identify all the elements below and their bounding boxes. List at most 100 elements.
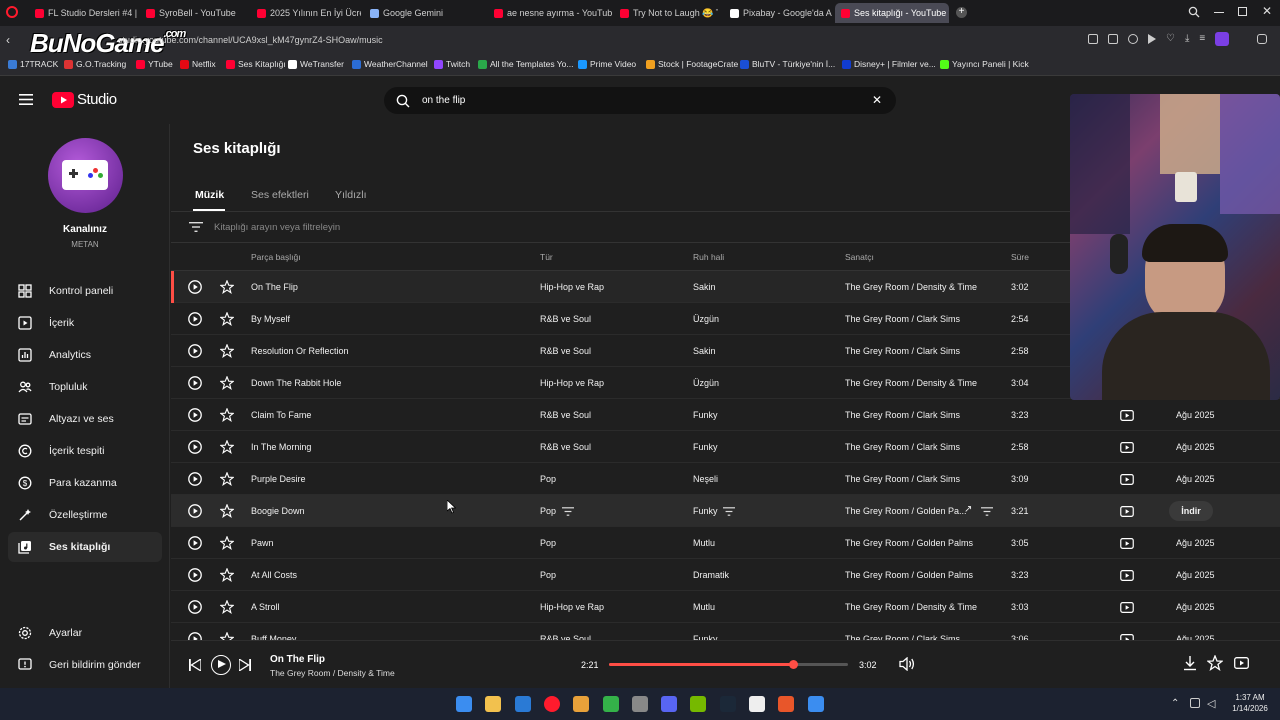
start-icon[interactable] (456, 696, 472, 712)
track-row[interactable]: Claim To Fame R&B ve Soul Funky The Grey Ro… (171, 399, 1280, 431)
nav-item[interactable]: $ Para kazanma (8, 468, 162, 498)
search-bar[interactable]: on the flip ✕ (384, 87, 896, 114)
previous-track-icon[interactable] (189, 659, 201, 671)
browser-tab[interactable]: Try Not to Laugh 😂 Top (614, 3, 718, 23)
maximize-window-button[interactable] (1238, 7, 1247, 16)
tab-sound-effects[interactable]: Ses efektleri (251, 189, 309, 201)
volume-icon[interactable] (899, 657, 915, 671)
bookmark-item[interactable]: Twitch (434, 59, 470, 69)
settings-icon[interactable] (1257, 34, 1267, 44)
nav-item[interactable]: Topluluk (8, 372, 162, 402)
track-mood[interactable]: Mutlu (693, 602, 715, 612)
browser-tab[interactable]: Pixabay - Google'da Ara (724, 3, 832, 23)
nav-item[interactable]: Analytics (8, 340, 162, 370)
genre-filter-icon[interactable] (562, 507, 574, 516)
mood-filter-icon[interactable] (723, 507, 735, 516)
track-artist[interactable]: The Grey Room / Density & Time (845, 282, 977, 292)
track-star-button[interactable] (220, 472, 234, 486)
fl-studio-icon[interactable] (573, 696, 590, 712)
track-mood[interactable]: Funky (693, 442, 718, 452)
track-play-button[interactable] (188, 280, 202, 294)
track-mood[interactable]: Dramatik (693, 570, 729, 580)
filter-icon[interactable] (189, 222, 203, 232)
player-progress-handle[interactable] (789, 660, 799, 669)
track-row[interactable]: Boogie Down Pop Funky The Grey Room / Golde… (171, 495, 1280, 527)
channel-avatar[interactable] (48, 138, 123, 213)
track-play-button[interactable] (188, 504, 202, 518)
column-header-mood[interactable]: Ruh hali (693, 252, 724, 262)
track-artist[interactable]: The Grey Room / Density & Time (845, 602, 977, 612)
track-row[interactable]: A Stroll Hip-Hop ve Rap Mutlu The Grey Room… (171, 591, 1280, 623)
track-video-icon[interactable] (1120, 602, 1134, 613)
player-progress-track[interactable] (609, 660, 848, 669)
track-video-icon[interactable] (1120, 474, 1134, 485)
url-field[interactable]: studio.youtube.com/channel/UCA9xsl_kM47g… (118, 35, 383, 45)
steam-icon[interactable] (719, 696, 736, 712)
track-play-button[interactable] (188, 312, 202, 326)
file-explorer-icon[interactable] (485, 696, 502, 712)
new-tab-button[interactable]: + (956, 7, 967, 18)
browser-tab[interactable]: SyroBell - YouTube (140, 3, 248, 23)
minimize-window-button[interactable] (1214, 12, 1224, 13)
column-header-title[interactable]: Parça başlığı (251, 252, 301, 262)
track-genre[interactable]: R&B ve Soul (540, 410, 591, 420)
track-star-button[interactable] (220, 440, 234, 454)
play-icon[interactable] (1148, 34, 1156, 44)
track-star-button[interactable] (220, 344, 234, 358)
bookmark-item[interactable]: YTube (136, 59, 173, 69)
epic-games-icon[interactable] (749, 696, 765, 712)
track-artist[interactable]: The Grey Room / Clark Sims (845, 474, 960, 484)
track-mood[interactable]: Funky (693, 410, 718, 420)
tab-music[interactable]: Müzik (195, 189, 224, 201)
track-star-button[interactable] (220, 280, 234, 294)
origin-icon[interactable] (778, 696, 795, 712)
track-artist[interactable]: The Grey Room / Clark Sims (845, 314, 960, 324)
track-artist[interactable]: The Grey Room / Clark Sims (845, 346, 960, 356)
track-mood[interactable]: Sakin (693, 282, 716, 292)
track-artist[interactable]: The Grey Room / Golden Pa... (845, 506, 967, 516)
shield-icon[interactable] (1128, 34, 1138, 44)
browser-tab[interactable]: Google Gemini (364, 3, 484, 23)
track-mood[interactable]: Mutlu (693, 538, 715, 548)
column-header-duration[interactable]: Süre (1011, 252, 1029, 262)
play-button[interactable] (211, 655, 231, 675)
track-row[interactable]: In The Morning R&B ve Soul Funky The Grey R… (171, 431, 1280, 463)
tab-starred[interactable]: Yıldızlı (335, 189, 367, 201)
player-download-icon[interactable] (1183, 656, 1197, 671)
track-play-button[interactable] (188, 440, 202, 454)
discord-icon[interactable] (661, 696, 678, 712)
xbox-icon[interactable] (602, 696, 619, 712)
nav-item[interactable]: Ses kitaplığı (8, 532, 162, 562)
player-star-icon[interactable] (1207, 655, 1223, 671)
track-video-icon[interactable] (1120, 538, 1134, 549)
track-artist[interactable]: The Grey Room / Density & Time (845, 378, 977, 388)
bookmark-item[interactable]: 17TRACK (8, 59, 58, 69)
column-header-artist[interactable]: Sanatçı (845, 252, 874, 262)
track-play-button[interactable] (188, 376, 202, 390)
track-artist[interactable]: The Grey Room / Clark Sims (845, 410, 960, 420)
track-play-button[interactable] (188, 600, 202, 614)
filter-input[interactable]: Kitaplığı arayın veya filtreleyin (214, 222, 340, 233)
track-play-button[interactable] (188, 472, 202, 486)
track-play-button[interactable] (188, 568, 202, 582)
tray-chevron-icon[interactable]: ⌃ (1171, 698, 1179, 709)
browser-tab[interactable]: ae nesne ayırma - YouTube (488, 3, 612, 23)
track-genre[interactable]: Hip-Hop ve Rap (540, 602, 604, 612)
clear-search-icon[interactable]: ✕ (872, 93, 882, 107)
track-star-button[interactable] (220, 632, 234, 640)
track-genre[interactable]: R&B ve Soul (540, 442, 591, 452)
track-star-button[interactable] (220, 504, 234, 518)
track-video-icon[interactable] (1120, 442, 1134, 453)
browser-tab[interactable]: FL Studio Dersleri #4 | Sıfır (29, 3, 137, 23)
nav-item[interactable]: Özelleştirme (8, 500, 162, 530)
camera-icon[interactable] (1108, 34, 1118, 44)
track-row[interactable]: At All Costs Pop Dramatik The Grey Room / G… (171, 559, 1280, 591)
mail-icon[interactable] (514, 696, 531, 712)
clock[interactable]: 1:37 AM 1/14/2026 (1225, 692, 1275, 714)
track-row[interactable]: Purple Desire Pop Neşeli The Grey Room / Cl… (171, 463, 1280, 495)
track-genre[interactable]: Pop (540, 506, 556, 516)
nav-item[interactable]: Altyazı ve ses (8, 404, 162, 434)
bookmark-item[interactable]: WeatherChannel (352, 59, 428, 69)
browser-tab[interactable]: Ses kitaplığı - YouTube St (835, 3, 949, 23)
bookmark-item[interactable]: G.O.Tracking (64, 59, 126, 69)
